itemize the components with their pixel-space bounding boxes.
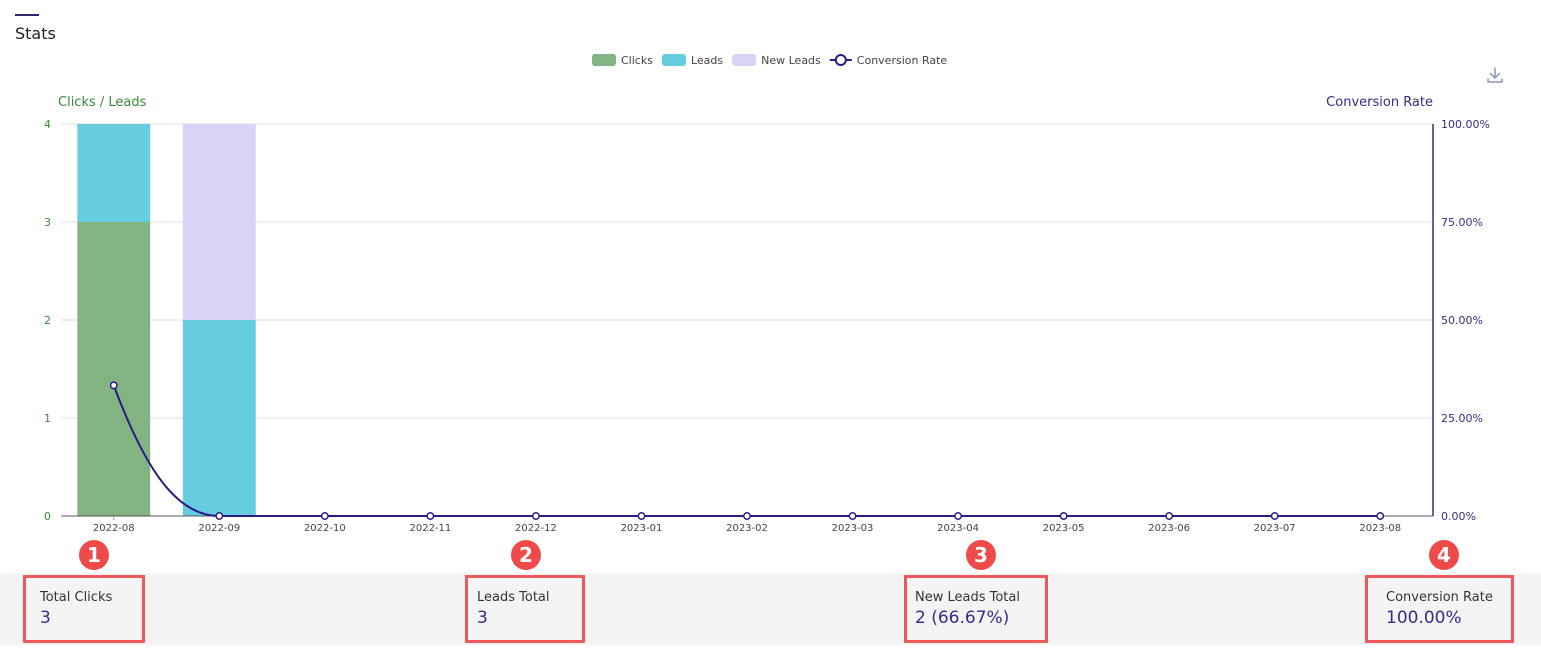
- x-tick-label: 2023-05: [1043, 523, 1085, 534]
- y-right-tick-label: 100.00%: [1441, 118, 1490, 131]
- conversion-rate-point: [109, 381, 118, 390]
- y-left-tick-label: 1: [44, 412, 51, 425]
- conversion-rate-point: [1376, 512, 1385, 520]
- x-tick-label: 2023-06: [1148, 523, 1190, 534]
- bar-segment: [77, 124, 151, 222]
- callout-marker: 3: [966, 540, 996, 570]
- bar-segment: [182, 320, 256, 516]
- legend-label: Clicks: [621, 54, 653, 67]
- new-leads-total-label: New Leads Total: [915, 590, 1020, 605]
- stats-chart: 0 1 2 3 4 0.00% 25.00% 50.00% 75.00% 100.00% Click…: [44, 54, 1490, 534]
- tab-indicator: [15, 14, 39, 16]
- conversion-rate-point: [743, 512, 751, 520]
- leads-total-label: Leads Total: [477, 590, 550, 605]
- legend-swatch: [732, 54, 757, 66]
- x-tick-label: 2023-04: [937, 523, 979, 534]
- y-right-tick-label: 0.00%: [1441, 510, 1476, 523]
- conversion-rate-point: [1165, 512, 1174, 520]
- conversion-rate-point: [531, 512, 540, 520]
- legend-label: New Leads: [761, 54, 821, 67]
- y-left-tick-label: 2: [44, 314, 51, 327]
- callout-marker: 2: [511, 540, 541, 570]
- leads-total-value: 3: [477, 608, 488, 628]
- x-tick-label: 2022-10: [304, 523, 346, 534]
- conversion-rate-line: [112, 384, 1381, 517]
- x-tick-label: 2023-03: [832, 523, 874, 534]
- x-tick-label: 2023-02: [726, 523, 768, 534]
- total-clicks-value: 3: [40, 608, 51, 628]
- y-left-tick-label: 0: [44, 510, 51, 523]
- conversion-rate-value: 100.00%: [1386, 608, 1462, 628]
- conversion-rate-point: [637, 512, 646, 520]
- y-right-tick-label: 50.00%: [1441, 314, 1483, 327]
- x-tick-label: 2022-09: [198, 523, 240, 534]
- conversion-rate-point: [848, 512, 857, 520]
- conversion-rate-point: [426, 512, 435, 520]
- x-tick-label: 2022-12: [515, 523, 557, 534]
- callout-marker: 1: [79, 540, 109, 570]
- conversion-rate-point: [1059, 512, 1068, 520]
- conversion-rate-point: [1270, 512, 1279, 520]
- legend-label: Conversion Rate: [857, 54, 948, 67]
- conversion-rate-point: [954, 512, 963, 520]
- y-left-axis-title: Clicks / Leads: [58, 95, 147, 110]
- x-tick-label: 2023-01: [621, 523, 663, 534]
- x-tick-label: 2022-11: [409, 523, 451, 534]
- x-tick-label: 2023-07: [1254, 523, 1296, 534]
- y-right-tick-label: 75.00%: [1441, 216, 1483, 229]
- y-left-tick-label: 4: [44, 118, 51, 131]
- legend-marker: [834, 54, 847, 66]
- y-right-axis-title: Conversion Rate: [1326, 95, 1433, 110]
- new-leads-total-value: 2 (66.67%): [915, 608, 1010, 628]
- conversion-rate-point: [320, 512, 329, 520]
- y-right-tick-label: 25.00%: [1441, 412, 1483, 425]
- conversion-rate-point: [215, 512, 224, 520]
- legend-label: Leads: [691, 54, 723, 67]
- x-tick-label: 2022-08: [93, 523, 135, 534]
- callout-marker: 4: [1429, 540, 1459, 570]
- total-clicks-label: Total Clicks: [40, 590, 113, 605]
- conversion-rate-label: Conversion Rate: [1386, 590, 1493, 605]
- x-tick-label: 2023-08: [1359, 523, 1401, 534]
- legend-swatch: [592, 54, 616, 66]
- y-left-tick-label: 3: [44, 216, 51, 229]
- bar-segment: [77, 222, 151, 516]
- bar-segment: [182, 124, 256, 320]
- legend-swatch: [661, 54, 686, 66]
- summary-bar: [0, 573, 1541, 645]
